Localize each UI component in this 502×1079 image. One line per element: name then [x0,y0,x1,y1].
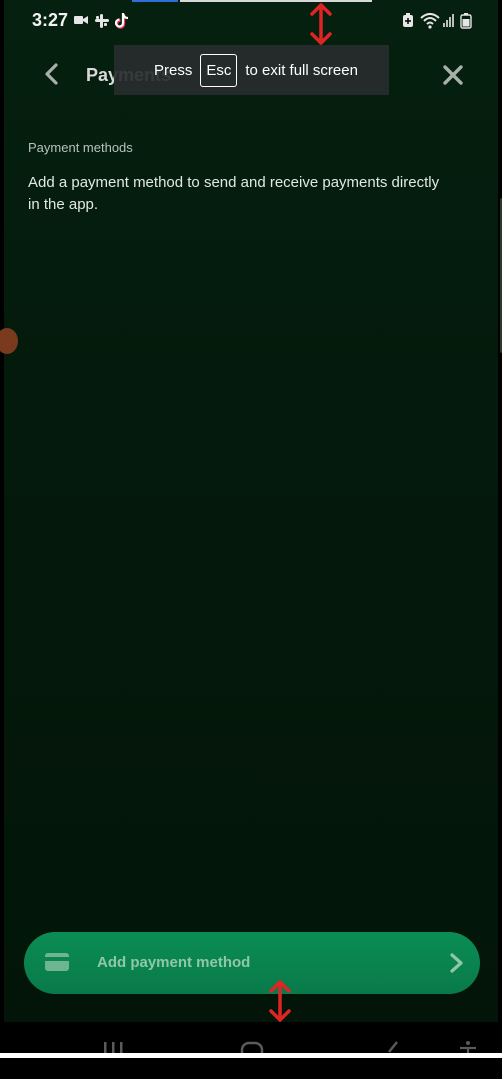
chevron-left-icon [45,63,58,85]
status-bar: 3:27 [0,0,502,42]
slack-icon [95,14,109,28]
payment-methods-description: Add a payment method to send and receive… [28,174,440,213]
tiktok-icon [115,13,129,29]
back-button[interactable] [38,60,66,88]
status-time: 3:27 [32,10,69,30]
fullscreen-notice-message: to exit full screen [245,61,358,79]
close-button[interactable] [438,60,468,90]
vertical-resize-arrow-icon [310,3,332,45]
chevron-right-icon [450,953,463,973]
add-payment-method-label: Add payment method [97,954,251,971]
close-icon [443,65,463,85]
video-camera-icon [74,16,88,24]
recent-apps-icon[interactable] [102,1040,124,1054]
back-nav-icon[interactable] [384,1040,400,1054]
home-icon[interactable] [240,1040,264,1054]
fullscreen-notice: Press Esc to exit full screen [114,45,389,95]
signal-icon [443,14,454,27]
credit-card-icon [45,953,69,971]
bottom-divider [0,1053,502,1058]
battery-saver-icon [403,13,413,27]
accessibility-icon[interactable] [458,1040,478,1054]
fullscreen-notice-press: Press [154,61,193,79]
wifi-icon [420,13,440,29]
phone-screen: 3:27 Press Esc to exit full screen Payme… [0,0,502,1079]
esc-key-badge: Esc [200,53,238,87]
battery-icon [460,13,472,29]
add-payment-method-button[interactable]: Add payment method [24,932,480,994]
section-label: Payment methods [28,140,133,155]
vertical-resize-arrow-icon [269,980,291,1022]
floating-bubble[interactable] [0,328,18,354]
